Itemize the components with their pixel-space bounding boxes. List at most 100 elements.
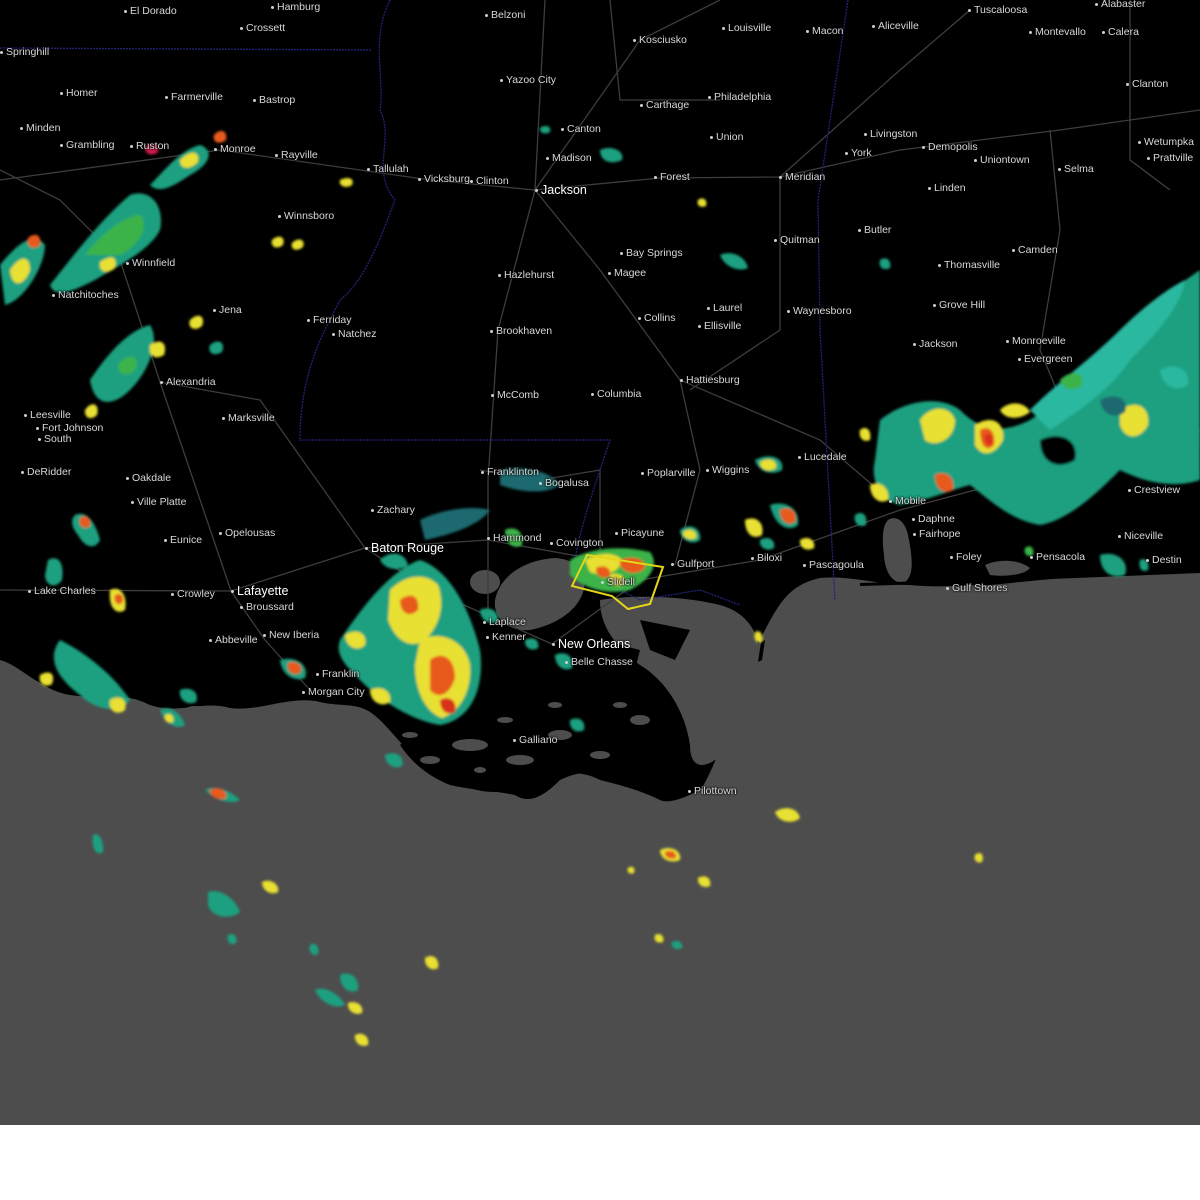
city-dot-icon xyxy=(608,271,611,275)
city-dot-icon xyxy=(798,455,801,459)
city-dot-icon xyxy=(500,78,503,82)
city-label-montevallo: Montevallo xyxy=(1029,26,1086,38)
city-label-canton: Canton xyxy=(561,123,601,135)
major-city-label-lafayette: Lafayette xyxy=(231,584,288,598)
city-label-homer: Homer xyxy=(60,87,98,99)
city-label-meridian: Meridian xyxy=(779,171,825,183)
city-dot-icon xyxy=(710,135,713,139)
city-dot-icon xyxy=(803,563,806,567)
city-dot-icon xyxy=(21,470,24,474)
city-label-destin: Destin xyxy=(1146,554,1182,566)
city-label-abbeville: Abbeville xyxy=(209,634,258,646)
city-dot-icon xyxy=(1058,167,1061,171)
city-label-galliano: Galliano xyxy=(513,734,558,746)
city-dot-icon xyxy=(779,175,782,179)
city-dot-icon xyxy=(164,538,167,542)
city-label-prattville: Prattville xyxy=(1147,152,1193,164)
city-dot-icon xyxy=(552,643,555,647)
city-dot-icon xyxy=(24,413,27,417)
city-dot-icon xyxy=(722,26,725,30)
city-label-aliceville: Aliceville xyxy=(872,20,919,32)
city-label-springhill: Springhill xyxy=(0,46,49,58)
city-label-york: York xyxy=(845,147,872,159)
city-dot-icon xyxy=(620,251,623,255)
city-dot-icon xyxy=(550,541,553,545)
lake-maurepas xyxy=(470,570,500,594)
city-label-winnfield: Winnfield xyxy=(126,257,175,269)
city-dot-icon xyxy=(1146,558,1149,562)
city-dot-icon xyxy=(774,238,777,242)
city-label-ville-platte: Ville Platte xyxy=(131,496,186,508)
city-label-eunice: Eunice xyxy=(164,534,202,546)
city-label-covington: Covington xyxy=(550,537,603,549)
city-label-deridder: DeRidder xyxy=(21,466,71,478)
city-dot-icon xyxy=(938,263,941,267)
city-dot-icon xyxy=(1029,30,1032,34)
city-dot-icon xyxy=(806,29,809,33)
city-dot-icon xyxy=(307,318,310,322)
city-dot-icon xyxy=(601,580,604,584)
city-dot-icon xyxy=(263,633,266,637)
map-canvas xyxy=(0,0,1200,1125)
city-label-laurel: Laurel xyxy=(707,302,742,314)
city-dot-icon xyxy=(275,153,278,157)
city-label-pascagoula: Pascagoula xyxy=(803,559,864,571)
major-city-label-new-orleans: New Orleans xyxy=(552,637,630,651)
city-dot-icon xyxy=(332,332,335,336)
city-label-wetumpka: Wetumpka xyxy=(1138,136,1194,148)
radar-map[interactable]: El Dorado Hamburg Belzoni Louisville Macon Al… xyxy=(0,0,1200,1125)
city-dot-icon xyxy=(751,556,754,560)
city-label-hammond: Hammond xyxy=(487,532,541,544)
city-dot-icon xyxy=(864,132,867,136)
city-dot-icon xyxy=(1128,488,1131,492)
city-label-uniontown: Uniontown xyxy=(974,154,1030,166)
city-label-tallulah: Tallulah xyxy=(367,163,409,175)
city-label-bastrop: Bastrop xyxy=(253,94,295,106)
city-dot-icon xyxy=(278,214,281,218)
city-dot-icon xyxy=(498,273,501,277)
city-dot-icon xyxy=(483,620,486,624)
city-dot-icon xyxy=(654,175,657,179)
city-dot-icon xyxy=(641,471,644,475)
city-label-evergreen: Evergreen xyxy=(1018,353,1072,365)
city-label-clinton: Clinton xyxy=(470,175,509,187)
city-dot-icon xyxy=(633,38,636,42)
city-label-ferriday: Ferriday xyxy=(307,314,352,326)
city-dot-icon xyxy=(928,186,931,190)
footer-blank xyxy=(0,1125,1200,1200)
city-label-belzoni: Belzoni xyxy=(485,9,525,21)
city-dot-icon xyxy=(126,261,129,265)
city-dot-icon xyxy=(845,151,848,155)
city-dot-icon xyxy=(222,416,225,420)
city-label-magee: Magee xyxy=(608,267,646,279)
city-label-franklin: Franklin xyxy=(316,668,359,680)
city-label-grambling: Grambling xyxy=(60,139,114,151)
city-label-kosciusko: Kosciusko xyxy=(633,34,687,46)
city-dot-icon xyxy=(1006,339,1009,343)
city-label-camden: Camden xyxy=(1012,244,1058,256)
city-label-jena: Jena xyxy=(213,304,242,316)
city-dot-icon xyxy=(707,306,710,310)
city-label-rayville: Rayville xyxy=(275,149,318,161)
city-dot-icon xyxy=(165,95,168,99)
city-label-hamburg: Hamburg xyxy=(271,1,320,13)
city-label-crossett: Crossett xyxy=(240,22,285,34)
city-label-linden: Linden xyxy=(928,182,966,194)
city-dot-icon xyxy=(708,95,711,99)
city-label-poplarville: Poplarville xyxy=(641,467,695,479)
city-label-jackson: Jackson xyxy=(913,338,958,350)
city-dot-icon xyxy=(968,8,971,12)
city-label-tuscaloosa: Tuscaloosa xyxy=(968,4,1027,16)
city-label-lucedale: Lucedale xyxy=(798,451,847,463)
city-label-wiggins: Wiggins xyxy=(706,464,749,476)
city-label-crestview: Crestview xyxy=(1128,484,1180,496)
city-label-opelousas: Opelousas xyxy=(219,527,275,539)
city-dot-icon xyxy=(974,158,977,162)
city-dot-icon xyxy=(787,309,790,313)
city-dot-icon xyxy=(316,672,319,676)
city-dot-icon xyxy=(271,5,274,9)
city-dot-icon xyxy=(946,586,949,590)
city-dot-icon xyxy=(1030,555,1033,559)
city-dot-icon xyxy=(539,481,542,485)
city-label-picayune: Picayune xyxy=(615,527,664,539)
